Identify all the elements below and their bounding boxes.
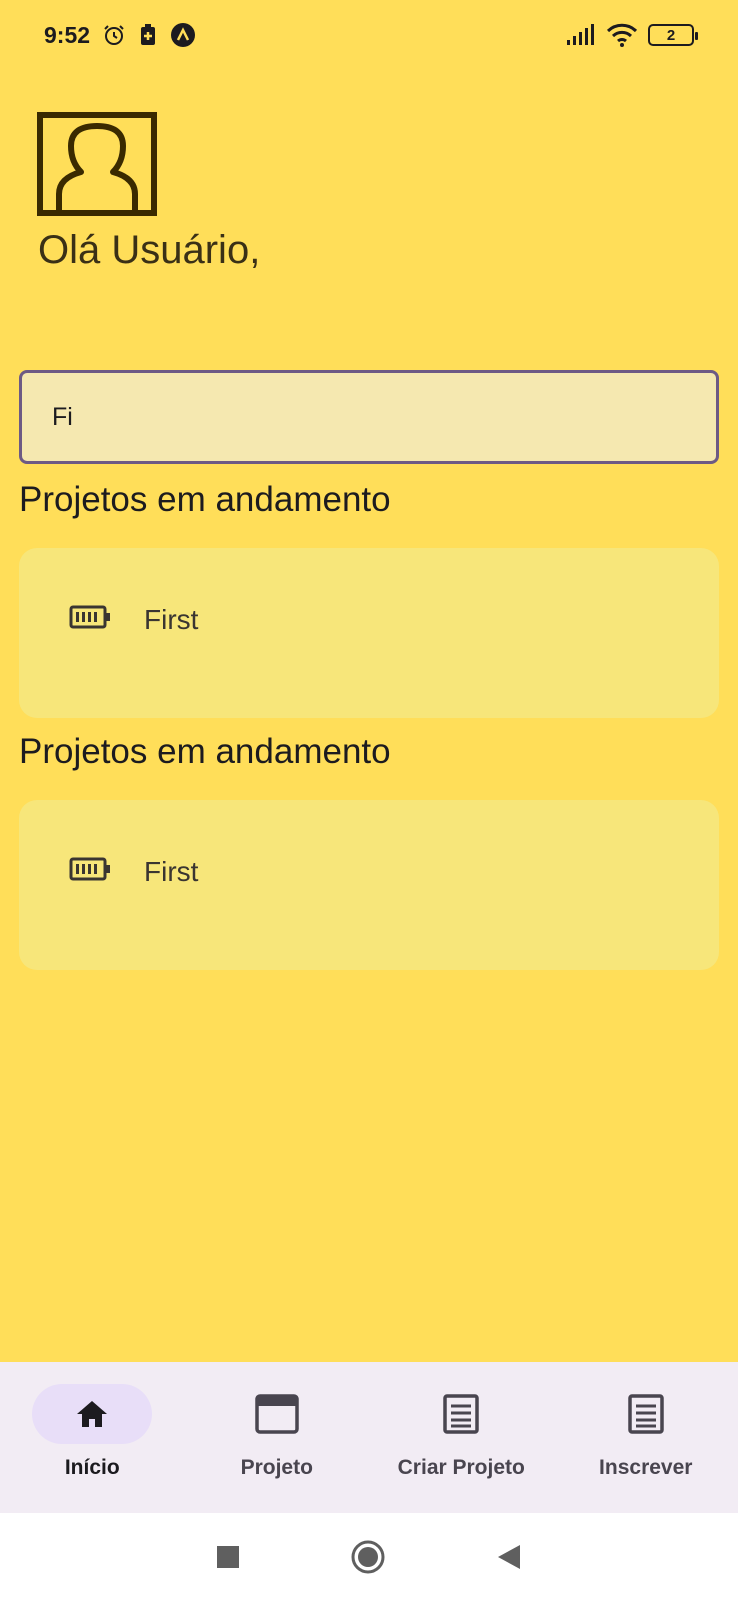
home-icon — [77, 1401, 108, 1427]
project-card-title: First — [144, 604, 199, 635]
battery-icon: 2 — [648, 24, 698, 46]
project-card[interactable]: First — [19, 548, 719, 718]
window-icon — [255, 1394, 299, 1434]
status-bar: 9:52 2 — [0, 0, 738, 70]
document-icon — [628, 1394, 664, 1434]
greeting-text: Olá Usuário, — [38, 228, 261, 272]
person-silhouette-icon — [37, 112, 157, 216]
section-title-projects: Projetos em andamento — [19, 480, 391, 519]
nav-label: Projeto — [240, 1456, 313, 1479]
project-card-title: First — [144, 856, 199, 887]
back-button[interactable] — [496, 1543, 522, 1571]
nav-pill — [217, 1384, 337, 1444]
battery-icon — [69, 857, 110, 881]
section-title-projects: Projetos em andamento — [19, 732, 391, 771]
nav-item-projeto[interactable]: Projeto — [185, 1362, 370, 1513]
nav-item-inicio[interactable]: Início — [0, 1362, 185, 1513]
status-time: 9:52 — [44, 21, 91, 48]
signal-icon — [567, 24, 594, 45]
alarm-icon — [104, 25, 124, 45]
wifi-icon — [606, 23, 638, 47]
battery-icon — [69, 605, 110, 629]
app-notification-icon — [171, 23, 196, 47]
nav-pill — [401, 1384, 521, 1444]
app-screen: 9:52 2 Olá Usuário, Fi Projetos em andam… — [0, 0, 738, 1600]
recent-apps-button[interactable] — [216, 1545, 240, 1569]
search-field[interactable] — [19, 370, 719, 464]
status-left: 9:52 — [44, 22, 196, 49]
status-right: 2 — [566, 23, 698, 47]
nav-label: Início — [64, 1456, 120, 1479]
nav-pill — [586, 1384, 706, 1444]
bottom-navigation: Início Projeto Criar Projeto Inscrever — [0, 1362, 738, 1513]
system-navigation-bar — [0, 1513, 738, 1600]
nav-pill — [32, 1384, 153, 1444]
nav-label: Inscrever — [599, 1456, 693, 1479]
battery-saver-icon — [141, 24, 156, 45]
document-icon — [443, 1394, 479, 1434]
home-button[interactable] — [350, 1539, 386, 1575]
nav-item-inscrever[interactable]: Inscrever — [554, 1362, 738, 1513]
project-card[interactable]: First — [19, 800, 719, 970]
search-input[interactable] — [52, 402, 716, 432]
nav-label: Criar Projeto — [397, 1456, 525, 1479]
battery-level: 2 — [666, 26, 676, 44]
nav-item-criar-projeto[interactable]: Criar Projeto — [369, 1362, 554, 1513]
